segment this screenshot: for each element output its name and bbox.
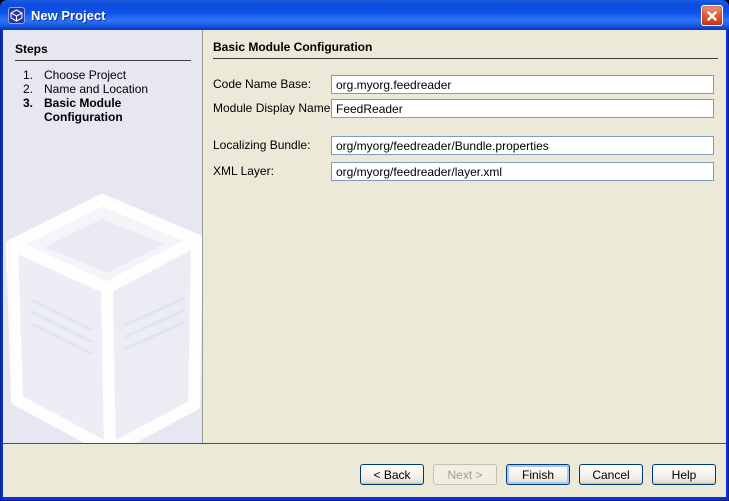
steps-panel: Steps 1. Choose Project 2. Name and Loca…: [3, 30, 203, 443]
module-display-name-input[interactable]: [331, 99, 714, 118]
steps-header: Steps: [15, 42, 191, 61]
window-title: New Project: [31, 7, 106, 23]
steps-list: 1. Choose Project 2. Name and Location 3…: [15, 68, 195, 124]
step-number: 1.: [23, 68, 34, 82]
button-bar: < Back Next > Finish Cancel Help: [3, 444, 726, 497]
back-button[interactable]: < Back: [360, 464, 424, 485]
step-label: Basic Module Configuration: [44, 96, 123, 124]
code-name-base-label: Code Name Base:: [213, 77, 312, 91]
next-button: Next >: [433, 464, 497, 485]
step-item-basic-module-configuration: 3. Basic Module Configuration: [15, 96, 195, 124]
title-bar[interactable]: New Project: [0, 0, 729, 30]
xml-layer-input[interactable]: [331, 162, 714, 181]
panel-title: Basic Module Configuration: [213, 40, 718, 59]
dialog-body: Steps 1. Choose Project 2. Name and Loca…: [3, 30, 726, 497]
new-project-dialog: New Project Steps 1. Choose Project 2. N…: [0, 0, 729, 501]
step-label: Choose Project: [44, 68, 127, 82]
xml-layer-label: XML Layer:: [213, 164, 274, 178]
code-name-base-input[interactable]: [331, 75, 714, 94]
close-icon: [707, 10, 717, 21]
close-button[interactable]: [701, 5, 723, 26]
localizing-bundle-label: Localizing Bundle:: [213, 138, 311, 152]
cancel-button[interactable]: Cancel: [579, 464, 643, 485]
help-button[interactable]: Help: [652, 464, 716, 485]
step-item-choose-project: 1. Choose Project: [15, 68, 195, 82]
module-display-name-label: Module Display Name:: [213, 101, 334, 115]
finish-button[interactable]: Finish: [506, 464, 570, 485]
step-number: 2.: [23, 82, 34, 96]
step-label: Name and Location: [44, 82, 149, 96]
localizing-bundle-input[interactable]: [331, 136, 714, 155]
step-number: 3.: [23, 96, 34, 110]
netbeans-cube-icon: [8, 6, 25, 24]
netbeans-cube-watermark: [6, 194, 202, 443]
step-item-name-and-location: 2. Name and Location: [15, 82, 195, 96]
configuration-panel: Basic Module Configuration Code Name Bas…: [204, 30, 726, 443]
